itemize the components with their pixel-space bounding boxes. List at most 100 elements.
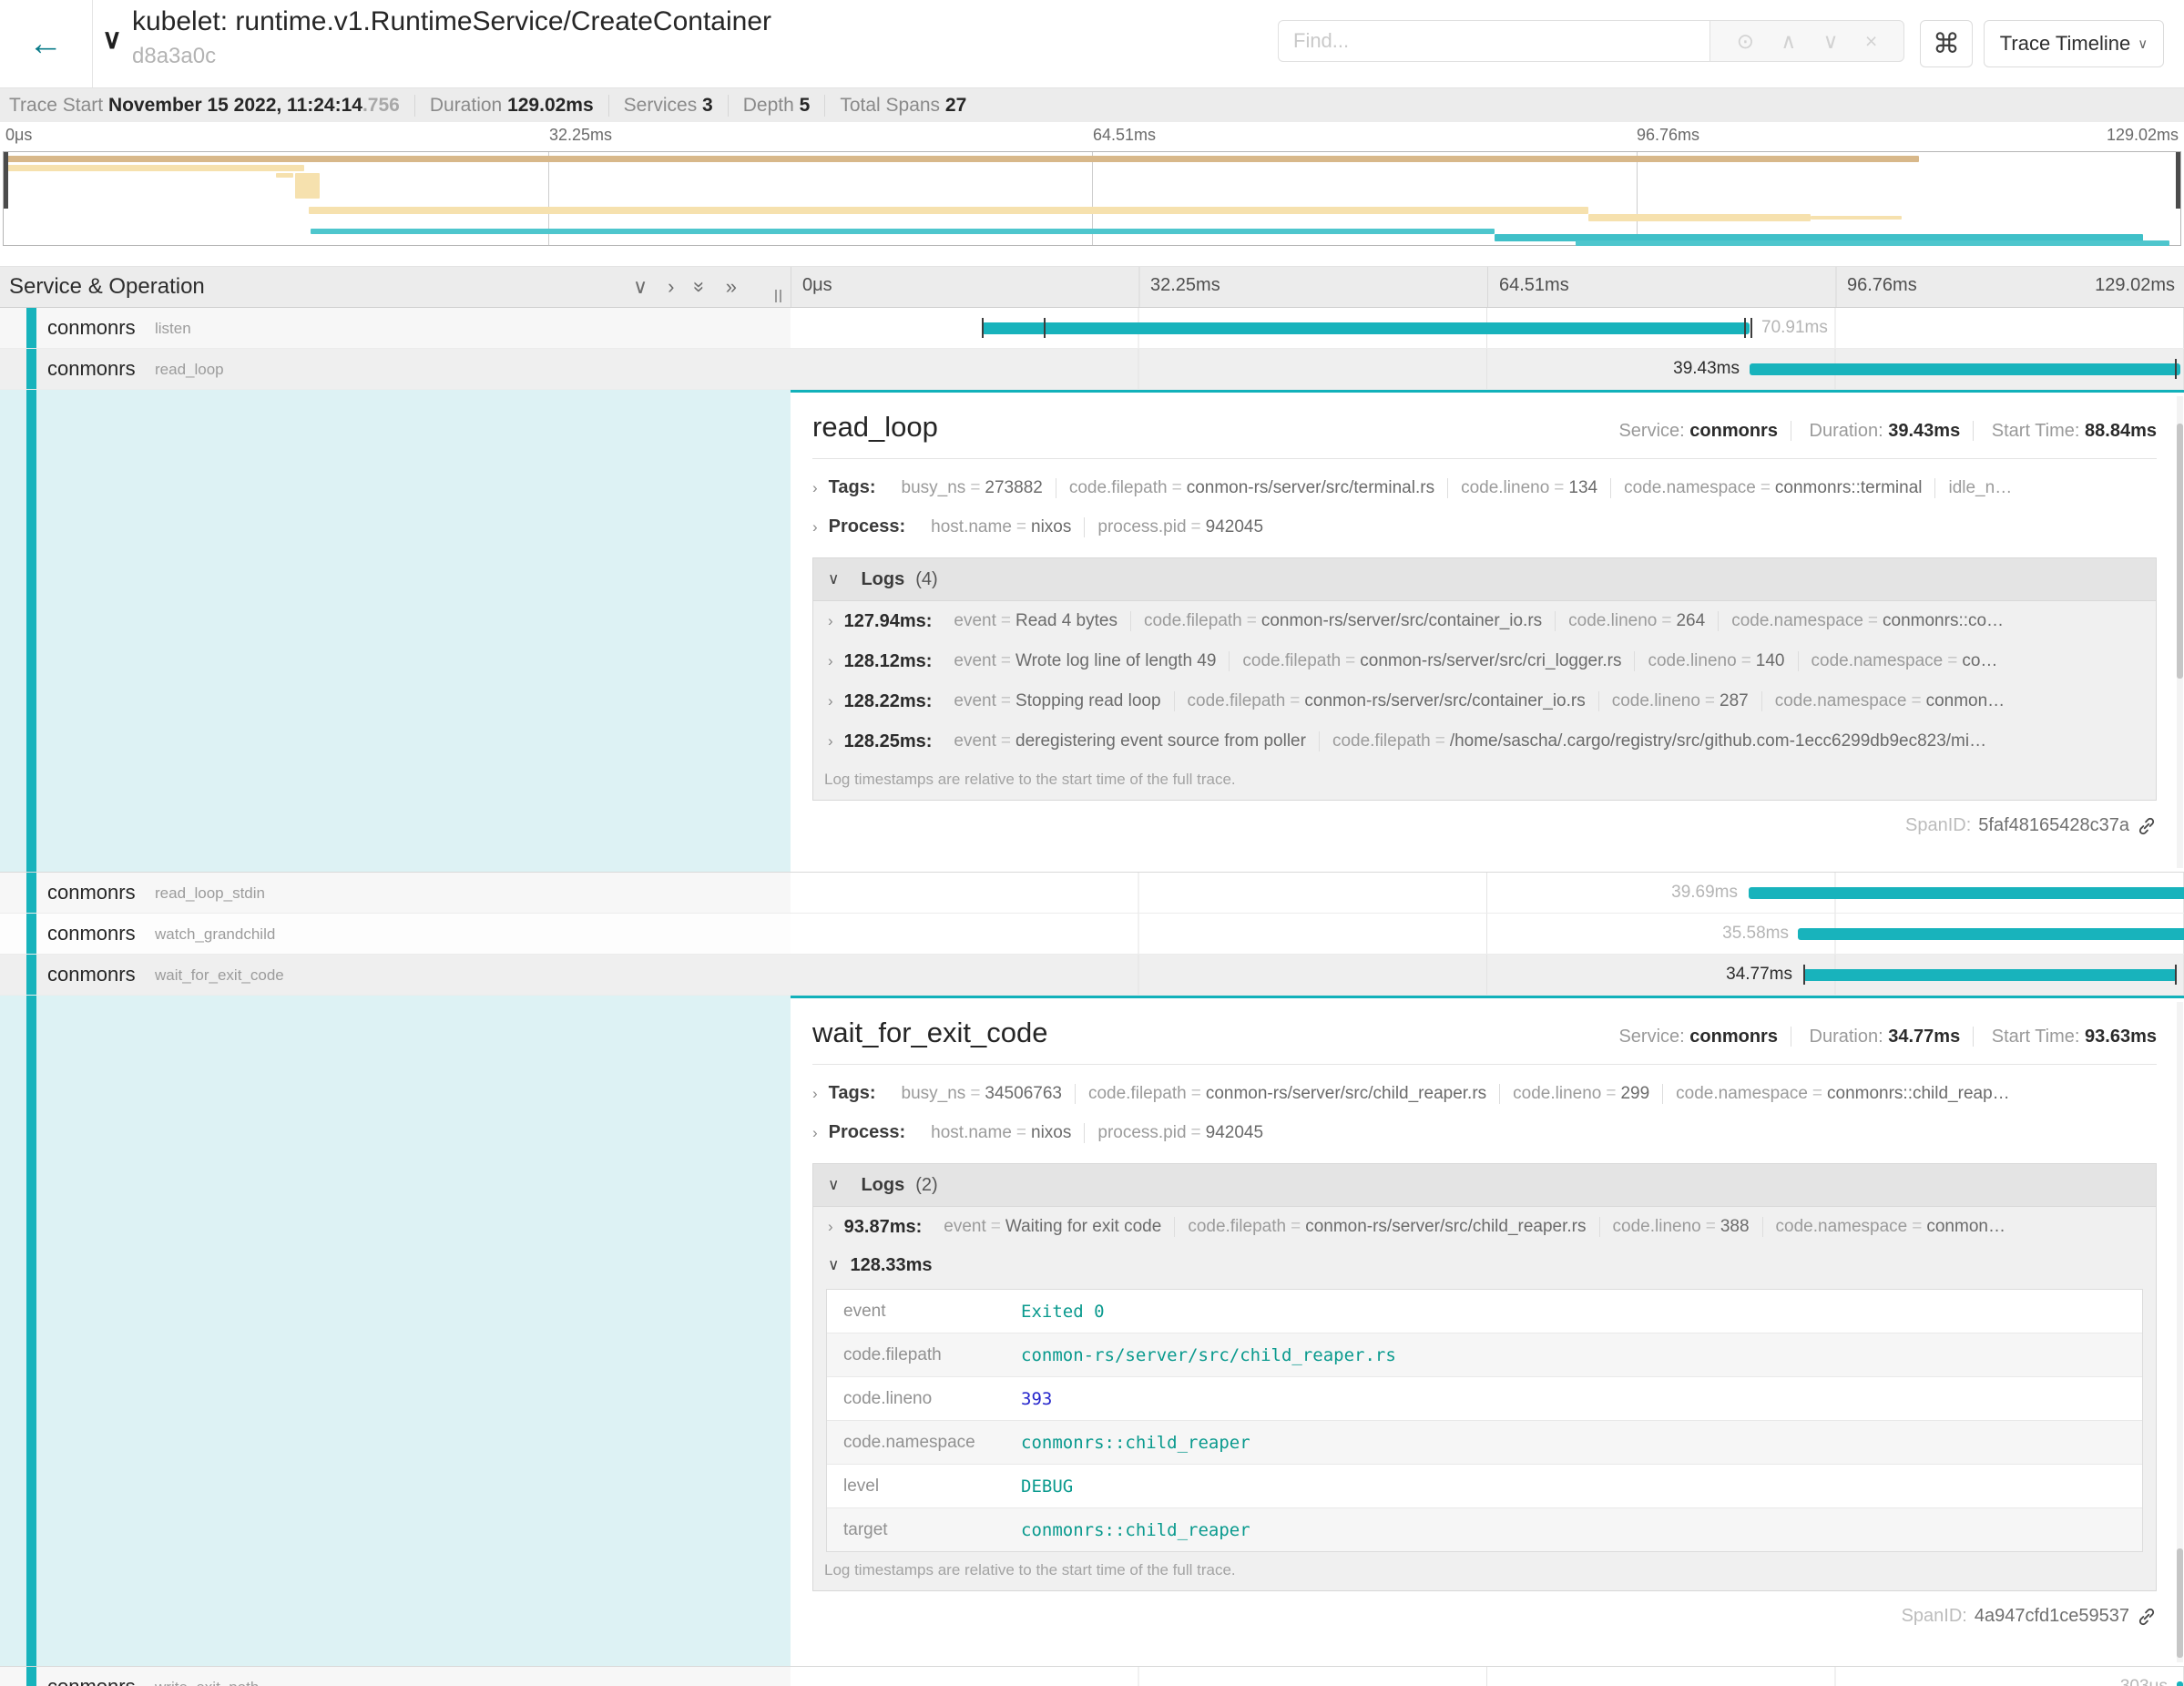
tags-row[interactable]: › Tags: busy_ns=273882 code.filepath=con… [812,477,2157,498]
logs-header[interactable]: ∨ Logs (2) [813,1164,2156,1207]
service-color-stripe [26,873,36,913]
deep-link-icon[interactable] [2137,816,2157,836]
log-entry[interactable]: › 128.25ms: event=deregistering event so… [813,721,2156,761]
log-entry[interactable]: › 127.94ms: event=Read 4 bytes code.file… [813,601,2156,641]
detail-left-highlight [0,996,791,1666]
trace-depth: Depth 5 [729,95,826,117]
span-tick [1744,318,1746,338]
operation-name: read_loop [155,361,224,379]
collapse-one-icon[interactable]: ∨ [633,275,648,299]
span-row-write-exit-path[interactable]: conmonrs write_exit_path 303μs [0,1667,2184,1686]
span-bar[interactable] [2177,1681,2183,1686]
process-row[interactable]: › Process: host.name=nixos process.pid=9… [812,516,2157,537]
minimap-gridline [1637,152,1638,245]
range-scrubber-right[interactable] [2176,152,2180,209]
divider [812,1064,2157,1065]
minimap-span-bar [311,229,1495,234]
span-tick [1044,318,1046,338]
minimap-span-bar [1576,240,2169,246]
minimap-span-bar [309,207,1588,214]
timeline-tick-header: 0μs 32.25ms 64.51ms 96.76ms 129.02ms [791,267,2184,307]
trace-start: Trace Start November 15 2022, 11:24:14.7… [9,95,415,117]
span-row-watch-grandchild[interactable]: conmonrs watch_grandchild 35.58ms [0,914,2184,955]
jaeger-trace-page: ← ∨ kubelet: runtime.v1.RuntimeService/C… [0,0,2184,1686]
service-color-stripe [26,1667,36,1686]
log-field: code.filepath=conmon-rs/server/src/conta… [1175,691,1599,711]
logs-header[interactable]: ∨ Logs (4) [813,558,2156,601]
tag-item: code.lineno=134 [1448,478,1611,498]
operation-name: wait_for_exit_code [155,966,284,985]
clear-search-icon[interactable]: × [1865,29,1877,54]
column-resize-grip[interactable] [775,290,781,302]
log-field: code.filepath=conmon-rs/server/src/conta… [1131,611,1556,631]
operation-name: read_loop_stdin [155,884,265,903]
process-item: process.pid=942045 [1085,1123,1276,1143]
span-bar[interactable] [1798,928,2184,940]
keyboard-shortcuts-button[interactable]: ⌘ [1920,20,1973,67]
page-title: kubelet: runtime.v1.RuntimeService/Creat… [132,5,771,38]
collapse-all-icon[interactable]: » [689,281,712,292]
detail-scrollbar[interactable] [2177,1002,2183,1662]
operation-name: listen [155,320,191,338]
span-bar[interactable] [1749,887,2184,899]
log-field: event=Read 4 bytes [941,611,1131,631]
service-name: conmonrs [47,316,136,340]
log-entry[interactable]: › 93.87ms: event=Waiting for exit code c… [813,1207,2156,1247]
locate-icon[interactable]: ⊙ [1737,29,1754,54]
minimap-span-bar [1588,214,1811,221]
trace-total-spans: Total Spans 27 [825,95,981,117]
span-duration-label: 39.69ms [1624,883,1738,903]
minimap-canvas[interactable] [3,151,2181,246]
service-color-stripe [26,390,36,872]
detail-scrollbar[interactable] [2177,396,2183,868]
tags-row[interactable]: › Tags: busy_ns=34506763 code.filepath=c… [812,1083,2157,1104]
view-selector-label: Trace Timeline [2000,32,2130,56]
logs-note: Log timestamps are relative to the start… [813,761,2156,800]
log-entry[interactable]: › 128.12ms: event=Wrote log line of leng… [813,641,2156,681]
span-tick [2175,965,2177,985]
log-entry[interactable]: › 128.22ms: event=Stopping read loop cod… [813,681,2156,721]
span-bar[interactable] [1803,969,2177,981]
chevron-down-icon: ∨ [828,1256,839,1274]
tag-item: busy_ns=34506763 [889,1084,1076,1104]
tag-item: code.lineno=299 [1500,1084,1663,1104]
next-result-icon[interactable]: ∨ [1823,29,1839,54]
span-detail-panel: read_loop Service: conmonrs Duration: 39… [791,390,2184,872]
view-selector-button[interactable]: Trace Timeline ∨ [1984,20,2164,67]
span-id-value: 5faf48165428c37a [1978,815,2129,836]
prev-result-icon[interactable]: ∧ [1781,29,1796,54]
operation-name: watch_grandchild [155,925,275,944]
minimap-span-bar [4,156,1919,162]
log-entry-expanded[interactable]: ∨ 128.33ms [813,1247,2156,1283]
chevron-right-icon: › [812,479,818,497]
service-color-stripe [26,955,36,995]
log-field: code.namespace=conmonrs::co… [1719,611,2016,631]
service-color-stripe [26,914,36,954]
span-id-value: 4a947cfd1ce59537 [1975,1606,2129,1627]
deep-link-icon[interactable] [2137,1607,2157,1627]
minimap-span-bar [4,165,304,171]
expand-all-icon[interactable]: » [726,275,737,299]
chevron-down-icon: ∨ [2138,36,2148,52]
log-field: code.lineno=264 [1556,611,1719,631]
span-row-read-loop-stdin[interactable]: conmonrs read_loop_stdin 39.69ms [0,873,2184,914]
collapse-controls: ∨ › » » [633,275,737,299]
chevron-right-icon: › [828,652,833,670]
span-duration-label: 35.58ms [1675,924,1789,944]
trace-collapse-chevron-icon[interactable]: ∨ [102,24,122,56]
span-row-read-loop[interactable]: conmonrs read_loop 39.43ms [0,349,2184,390]
chevron-right-icon: › [812,518,818,536]
process-row[interactable]: › Process: host.name=nixos process.pid=9… [812,1122,2157,1143]
divider [812,458,2157,459]
range-scrubber-left[interactable] [4,152,8,209]
span-row-wait-for-exit-code[interactable]: conmonrs wait_for_exit_code 34.77ms [0,955,2184,996]
span-bar[interactable] [982,322,1750,334]
find-input[interactable] [1278,20,1709,62]
chevron-right-icon: › [828,1218,833,1236]
span-bar[interactable] [1750,363,2180,375]
trace-duration: Duration 129.02ms [415,95,609,117]
back-button[interactable]: ← [0,0,91,87]
span-row-listen[interactable]: conmonrs listen 70.91ms [0,308,2184,349]
expand-one-icon[interactable]: › [668,275,674,299]
chevron-down-icon: ∨ [828,1176,839,1194]
